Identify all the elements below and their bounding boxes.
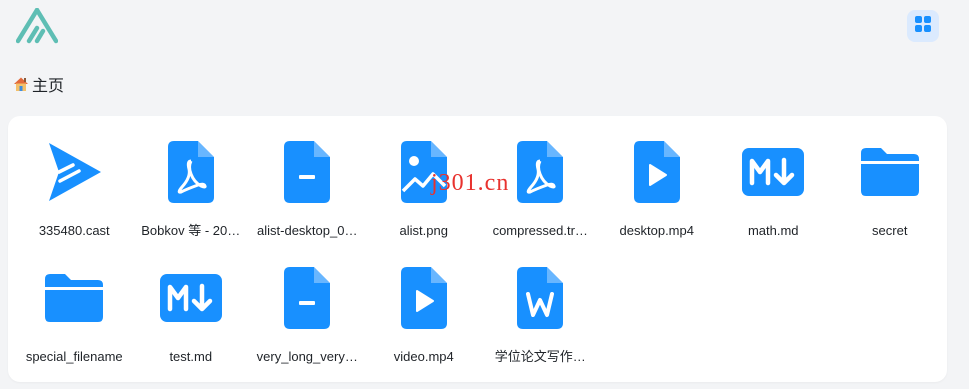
file-name: compressed.tr… (492, 223, 588, 238)
file-item[interactable]: 学位论文写作… (482, 252, 599, 378)
file-name: math.md (747, 223, 799, 238)
file-item[interactable]: test.md (133, 252, 250, 378)
markdown-file-icon (741, 140, 805, 204)
file-name: 学位论文写作… (494, 349, 586, 364)
file-item[interactable]: Bobkov 等 - 20… (133, 126, 250, 252)
file-name: very_long_very… (256, 349, 358, 364)
generic-file-icon (275, 140, 339, 204)
word-file-icon (508, 266, 572, 330)
file-name: alist-desktop_0… (257, 223, 358, 238)
video-file-icon (392, 266, 456, 330)
file-name: alist.png (399, 223, 448, 238)
video-file-icon (625, 140, 689, 204)
file-item[interactable]: desktop.mp4 (599, 126, 716, 252)
file-name: 335480.cast (38, 223, 110, 238)
pdf-file-icon (508, 140, 572, 204)
file-item[interactable]: video.mp4 (366, 252, 483, 378)
file-name: secret (872, 223, 908, 238)
image-file-icon (392, 140, 456, 204)
breadcrumb[interactable]: 主页 (12, 73, 64, 95)
file-name: video.mp4 (393, 349, 454, 364)
file-name: test.md (169, 349, 213, 364)
home-icon (12, 75, 30, 93)
pdf-file-icon (159, 140, 223, 204)
file-grid: 335480.cast Bobkov 等 - 20… alist-desktop… (16, 126, 948, 378)
file-name: Bobkov 等 - 20… (141, 223, 241, 238)
file-item[interactable]: 335480.cast (16, 126, 133, 252)
file-item[interactable]: compressed.tr… (482, 126, 599, 252)
file-item[interactable]: math.md (715, 126, 832, 252)
generic-file-icon (275, 266, 339, 330)
file-item[interactable]: special_filename (16, 252, 133, 378)
file-list-panel: 335480.cast Bobkov 等 - 20… alist-desktop… (8, 116, 947, 382)
video-play-triangle-icon (42, 140, 106, 204)
file-name: special_filename (25, 349, 123, 364)
file-name: desktop.mp4 (619, 223, 694, 238)
folder-icon (42, 266, 106, 330)
folder-icon (858, 140, 922, 204)
layout-toggle-button[interactable] (907, 10, 939, 42)
file-item[interactable]: very_long_very… (249, 252, 366, 378)
alist-logo-icon[interactable] (15, 7, 59, 44)
breadcrumb-home-label: 主页 (32, 78, 65, 95)
markdown-file-icon (159, 266, 223, 330)
file-item[interactable]: secret (832, 126, 949, 252)
file-item[interactable]: alist-desktop_0… (249, 126, 366, 252)
grid-view-icon (915, 15, 931, 37)
file-item[interactable]: alist.png (366, 126, 483, 252)
